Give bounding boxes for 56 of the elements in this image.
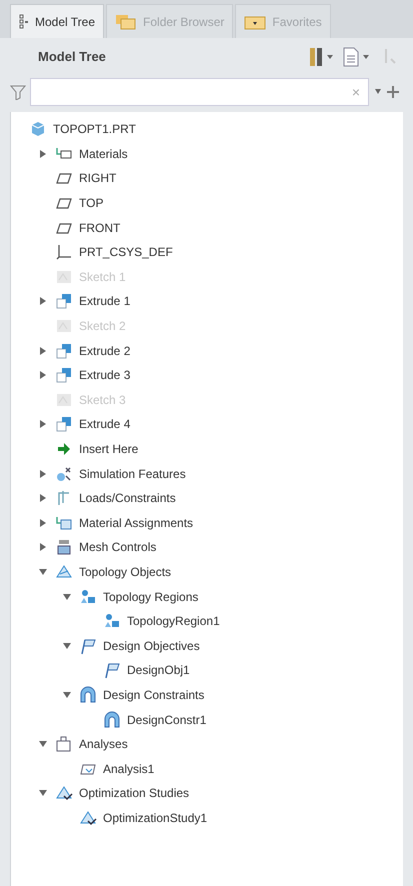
- tree-item[interactable]: Topology Objects: [79, 562, 172, 581]
- tree-item[interactable]: FRONT: [79, 218, 120, 237]
- add-icon[interactable]: [387, 86, 399, 98]
- tools-icon: [309, 46, 323, 68]
- caret-icon: [363, 55, 369, 59]
- caret-icon: [327, 55, 333, 59]
- tree-item[interactable]: Extrude 3: [79, 366, 130, 384]
- tree-item[interactable]: Insert Here: [79, 440, 138, 458]
- folder-icon: [244, 14, 266, 30]
- arch-icon: [103, 710, 121, 729]
- simulation-icon: [55, 464, 73, 483]
- analysis-icon: [55, 735, 73, 754]
- document-button[interactable]: [343, 47, 369, 67]
- axes-icon: [55, 243, 73, 262]
- tree-item[interactable]: Materials: [79, 144, 128, 163]
- tree-item[interactable]: Mesh Controls: [79, 538, 156, 556]
- tree-item[interactable]: PRT_CSYS_DEF: [79, 243, 173, 262]
- region-icon: [79, 588, 97, 606]
- tree-item[interactable]: Analyses: [79, 735, 128, 754]
- flag-icon: [79, 636, 97, 655]
- tree-item[interactable]: Extrude 4: [79, 415, 130, 434]
- tree-item[interactable]: Optimization Studies: [79, 784, 190, 802]
- tree-icon: [19, 14, 29, 30]
- tree-item[interactable]: Loads/Constraints: [79, 489, 176, 508]
- dropdown-arrow-icon[interactable]: [373, 89, 383, 95]
- tree-item[interactable]: Extrude 2: [79, 342, 130, 360]
- mesh-icon: [55, 538, 73, 556]
- tree-item[interactable]: Analysis1: [103, 760, 154, 778]
- tree-item[interactable]: TOP: [79, 194, 104, 212]
- tree-item[interactable]: TopologyRegion1: [127, 612, 220, 630]
- filter-icon[interactable]: [10, 84, 26, 100]
- folders-icon: [115, 14, 138, 30]
- tree-item[interactable]: Design Objectives: [103, 636, 200, 655]
- tree-item[interactable]: Design Constraints: [103, 686, 204, 704]
- cube-icon: [29, 120, 47, 138]
- tree-item[interactable]: Simulation Features: [79, 464, 186, 483]
- extrude-icon: [55, 342, 73, 360]
- tree-item[interactable]: DesignObj1: [127, 661, 190, 680]
- tree-item[interactable]: OptimizationStudy1: [103, 808, 208, 827]
- extrude-icon: [55, 415, 73, 434]
- tab[interactable]: Model Tree: [10, 4, 104, 38]
- tree-item[interactable]: Topology Regions: [103, 588, 198, 606]
- extrude-icon: [55, 366, 73, 384]
- tree-item[interactable]: RIGHT: [79, 169, 116, 188]
- tree-item[interactable]: Extrude 1: [79, 292, 130, 310]
- flag-icon: [103, 661, 121, 680]
- panel-title: Model Tree: [38, 48, 107, 66]
- study-icon: [55, 784, 73, 802]
- tree-item[interactable]: Material Assignments: [79, 514, 194, 532]
- arch-icon: [79, 686, 97, 704]
- extrude-icon: [55, 292, 73, 310]
- settings-button[interactable]: [309, 46, 333, 68]
- tree-item[interactable]: TOPOPT1.PRT: [53, 120, 136, 138]
- document-icon: [343, 47, 359, 67]
- tree-item[interactable]: DesignConstr1: [127, 710, 206, 729]
- study-icon: [79, 808, 97, 827]
